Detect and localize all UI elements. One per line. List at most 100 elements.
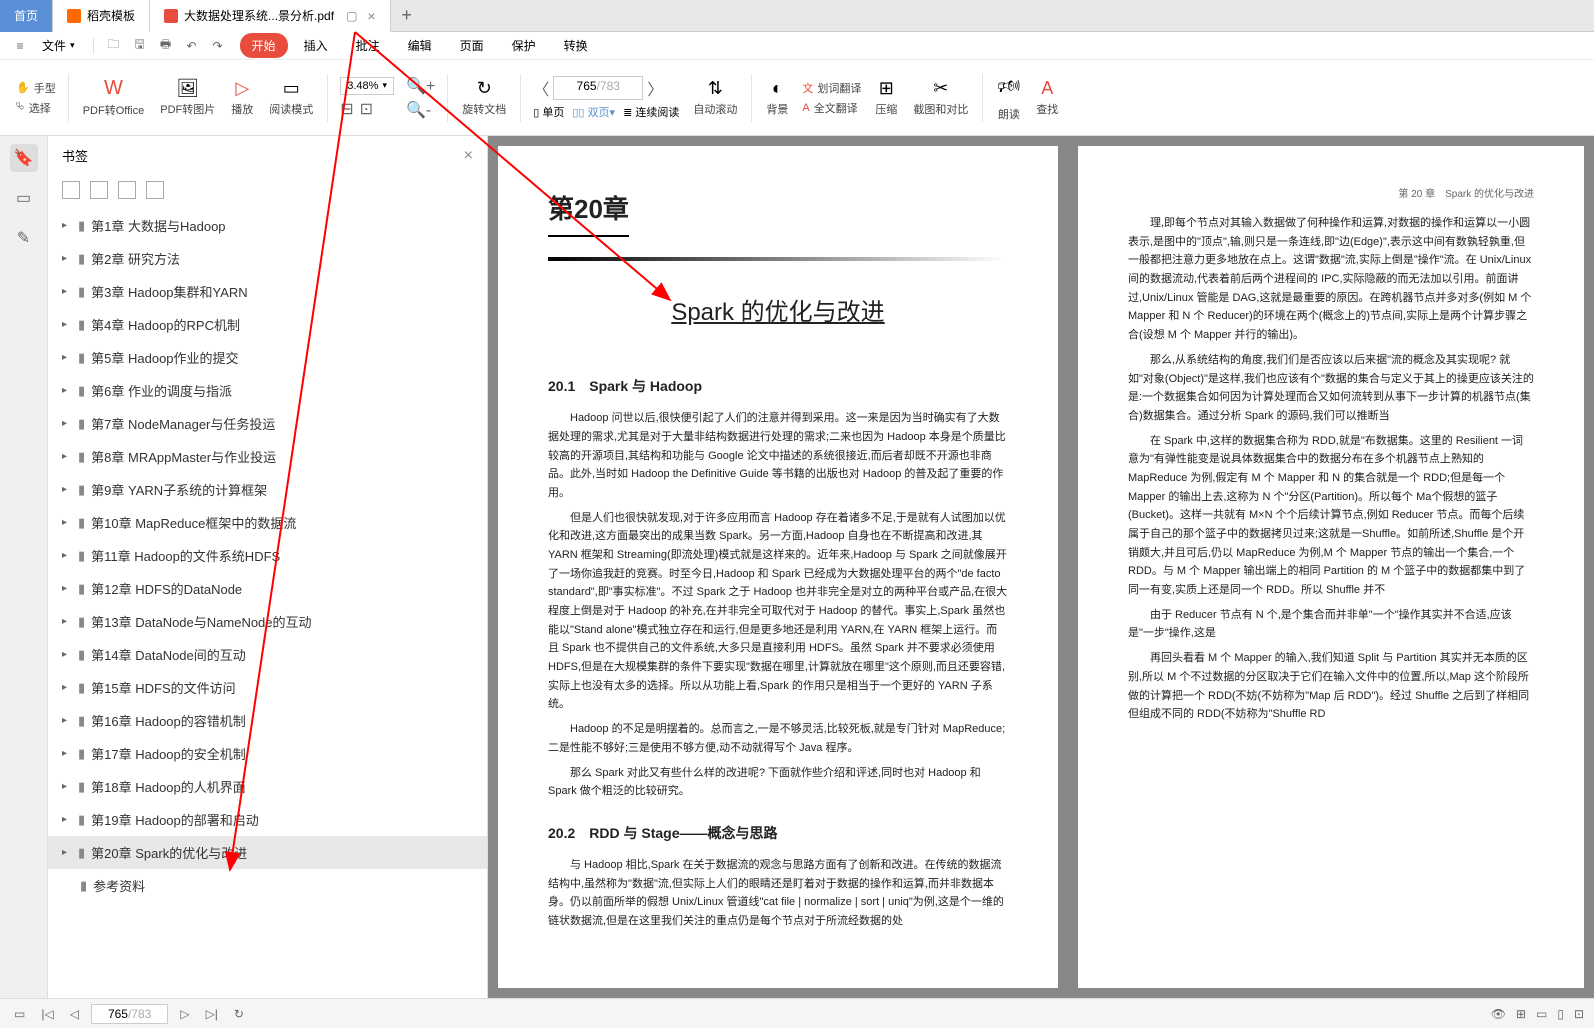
status-icon-5[interactable]: ⊡	[1574, 1007, 1584, 1021]
view-mode-icon[interactable]: ▭	[10, 1007, 29, 1021]
menu-edit[interactable]: 编辑	[396, 33, 444, 58]
save-icon[interactable]: 🖫	[130, 36, 150, 56]
redo-icon[interactable]: ↷	[208, 36, 228, 56]
bookmark-item[interactable]: ▸▮第8章 MRAppMaster与作业投运	[48, 440, 487, 473]
zoom-in-icon[interactable]: 🔍+	[406, 76, 435, 96]
status-icon-2[interactable]: ⊞	[1516, 1007, 1526, 1021]
tab-home[interactable]: 首页	[0, 0, 53, 32]
page-indicator[interactable]: 765/783	[91, 1004, 168, 1024]
page-number-box[interactable]: 765/783	[553, 76, 643, 100]
add-tab-button[interactable]: +	[391, 5, 423, 26]
fit-page-icon[interactable]: ⊡	[360, 99, 373, 119]
menu-convert[interactable]: 转换	[552, 33, 600, 58]
background[interactable]: ◐ 背景	[758, 78, 796, 117]
compress[interactable]: ⊞ 压缩	[867, 78, 905, 117]
bookmark-item[interactable]: ▸▮第1章 大数据与Hadoop	[48, 209, 487, 242]
single-page[interactable]: ▯ 单页	[533, 104, 564, 120]
annotation-rail-icon[interactable]: ✎	[10, 224, 38, 252]
bookmark-item[interactable]: ▸▮第11章 Hadoop的文件系统HDFS	[48, 539, 487, 572]
close-icon[interactable]: ×	[367, 8, 375, 24]
bookmark-icon: ▮	[78, 515, 85, 531]
menu-protect[interactable]: 保护	[500, 33, 548, 58]
play-button[interactable]: ▷ 播放	[223, 78, 261, 117]
prev-page-icon[interactable]: 〈	[533, 76, 549, 100]
tab-document[interactable]: 大数据处理系统...景分析.pdf ▢ ×	[150, 0, 391, 32]
print-icon[interactable]: 🖶	[156, 36, 176, 56]
find[interactable]: A 查找	[1028, 78, 1066, 117]
folder-icon[interactable]: 🗀	[104, 36, 124, 56]
bookmark-item[interactable]: ▸▮第13章 DataNode与NameNode的互动	[48, 605, 487, 638]
continuous-icon: ≣	[623, 107, 632, 119]
screenshot-compare[interactable]: ✂ 截图和对比	[905, 78, 976, 117]
bookmark-icon: ▮	[78, 647, 85, 663]
bookmark-item[interactable]: ▸▮第6章 作业的调度与指派	[48, 374, 487, 407]
status-icon-3[interactable]: ▭	[1536, 1007, 1547, 1021]
menu-hamburger-icon[interactable]: ≡	[10, 36, 30, 56]
last-page-icon[interactable]: ▷|	[202, 1007, 222, 1021]
status-icon-1[interactable]: 👁	[1491, 1007, 1506, 1021]
bookmark-item[interactable]: ▸▮第14章 DataNode间的互动	[48, 638, 487, 671]
bm-tool-1[interactable]	[62, 181, 80, 199]
word-translate[interactable]: 文划词翻译	[802, 80, 861, 96]
bookmark-label: 第2章 研究方法	[91, 249, 180, 268]
bookmark-item[interactable]: ▸▮第7章 NodeManager与任务投运	[48, 407, 487, 440]
read-mode[interactable]: ▭ 阅读模式	[261, 78, 321, 117]
menu-file[interactable]: 文件 ▾	[34, 37, 83, 54]
tab-template[interactable]: 稻壳模板	[53, 0, 150, 32]
menu-comment[interactable]: 批注	[344, 33, 392, 58]
bookmark-item[interactable]: ▸▮第4章 Hadoop的RPC机制	[48, 308, 487, 341]
pdf-to-office[interactable]: W PDF转Office	[75, 77, 153, 118]
continuous-read[interactable]: ≣ 连续阅读	[623, 104, 679, 120]
bookmark-item[interactable]: ▸▮第19章 Hadoop的部署和启动	[48, 803, 487, 836]
status-icon-4[interactable]: ▯	[1557, 1007, 1564, 1021]
bookmark-item[interactable]: ▸▮第5章 Hadoop作业的提交	[48, 341, 487, 374]
page-left: 第20章 Spark 的优化与改进 20.1 Spark 与 Hadoop Ha…	[498, 146, 1058, 988]
bookmark-icon: ▮	[78, 383, 85, 399]
bookmark-item[interactable]: ▸▮第16章 Hadoop的容错机制	[48, 704, 487, 737]
rotate-doc[interactable]: ↻ 旋转文档	[454, 78, 514, 117]
double-page-icon: ▯▯	[572, 107, 584, 119]
bookmark-item[interactable]: ▸▮第10章 MapReduce框架中的数据流	[48, 506, 487, 539]
zoom-out-icon[interactable]: 🔍-	[406, 100, 435, 120]
quick-tools: 🗀 🖫 🖶 ↶ ↷	[104, 36, 228, 56]
menu-insert[interactable]: 插入	[292, 33, 340, 58]
bookmark-item[interactable]: ▸▮第2章 研究方法	[48, 242, 487, 275]
bookmark-item[interactable]: ▮参考资料	[48, 869, 487, 902]
next-page-icon[interactable]: ▷	[176, 1007, 193, 1021]
bookmark-item[interactable]: ▸▮第15章 HDFS的文件访问	[48, 671, 487, 704]
bm-tool-2[interactable]	[90, 181, 108, 199]
next-page-icon[interactable]: 〉	[647, 76, 663, 100]
thumbnail-rail-icon[interactable]: ▭	[10, 184, 38, 212]
pdf-to-image[interactable]: 🖼 PDF转图片	[152, 78, 223, 117]
document-view[interactable]: 第20章 Spark 的优化与改进 20.1 Spark 与 Hadoop Ha…	[488, 136, 1594, 998]
undo-icon[interactable]: ↶	[182, 36, 202, 56]
bookmark-item[interactable]: ▸▮第12章 HDFS的DataNode	[48, 572, 487, 605]
zoom-input[interactable]: 3.48%▾	[340, 77, 394, 95]
bookmark-item[interactable]: ▸▮第9章 YARN子系统的计算框架	[48, 473, 487, 506]
full-translate[interactable]: A全文翻译	[802, 100, 861, 116]
tab-window-icon[interactable]: ▢	[346, 9, 357, 23]
bookmark-rail-icon[interactable]: 🔖	[10, 144, 38, 172]
bookmark-item[interactable]: ▸▮第3章 Hadoop集群和YARN	[48, 275, 487, 308]
bookmark-label: 第4章 Hadoop的RPC机制	[91, 315, 240, 334]
menu-start[interactable]: 开始	[240, 33, 288, 58]
first-page-icon[interactable]: |◁	[37, 1007, 57, 1021]
double-page[interactable]: ▯▯ 双页▾	[572, 104, 615, 120]
bm-tool-4[interactable]	[146, 181, 164, 199]
refresh-icon[interactable]: ↻	[230, 1007, 248, 1021]
bookmark-item[interactable]: ▸▮第17章 Hadoop的安全机制	[48, 737, 487, 770]
menu-page[interactable]: 页面	[448, 33, 496, 58]
bookmark-icon: ▮	[78, 284, 85, 300]
hand-tool[interactable]: ✋手型	[16, 80, 56, 96]
bookmark-item[interactable]: ▸▮第20章 Spark的优化与改进	[48, 836, 487, 869]
auto-scroll[interactable]: ⇅ 自动滚动	[685, 78, 745, 117]
bookmark-item[interactable]: ▸▮第18章 Hadoop的人机界面	[48, 770, 487, 803]
fit-width-icon[interactable]: ⊟	[340, 99, 353, 119]
chevron-down-icon: ▾	[382, 80, 387, 91]
close-panel-icon[interactable]: ×	[464, 147, 473, 165]
select-tool[interactable]: ⮱选择	[16, 100, 56, 116]
bm-tool-3[interactable]	[118, 181, 136, 199]
paragraph: Hadoop 的不足是明摆着的。总而言之,一是不够灵活,比较死板,就是专门针对 …	[548, 720, 1008, 757]
prev-page-icon[interactable]: ◁	[66, 1007, 83, 1021]
read-aloud[interactable]: 🕬 朗读	[989, 74, 1028, 122]
